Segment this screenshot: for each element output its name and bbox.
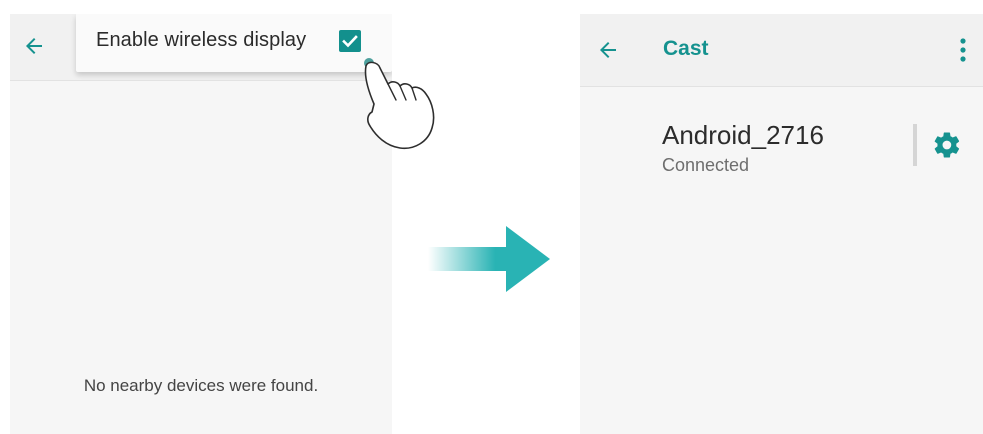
device-name: Android_2716 bbox=[662, 120, 824, 150]
tap-hand-icon bbox=[364, 58, 435, 150]
more-vert-icon[interactable] bbox=[959, 36, 967, 64]
enable-wireless-display-checkbox[interactable] bbox=[339, 30, 361, 52]
overflow-popup-menu: Enable wireless display bbox=[76, 14, 392, 72]
arrow-left-icon[interactable] bbox=[596, 38, 620, 62]
cast-screen: Cast Android_2716 Connected bbox=[580, 14, 983, 434]
wireless-display-screen: Enable wireless display No nearby device… bbox=[10, 14, 392, 434]
transition-arrow-icon bbox=[428, 226, 550, 292]
tutorial-stage: Enable wireless display No nearby device… bbox=[0, 0, 983, 434]
enable-wireless-display-label[interactable]: Enable wireless display bbox=[96, 29, 306, 52]
arrow-left-icon[interactable] bbox=[22, 34, 46, 58]
checkmark-icon bbox=[342, 35, 358, 48]
app-bar: Cast bbox=[580, 14, 983, 87]
divider bbox=[913, 124, 917, 166]
empty-state-message: No nearby devices were found. bbox=[83, 376, 319, 395]
cast-device-row[interactable]: Android_2716 Connected bbox=[580, 110, 983, 190]
page-title: Cast bbox=[663, 37, 709, 60]
gear-icon[interactable] bbox=[932, 130, 962, 160]
device-status: Connected bbox=[662, 155, 750, 175]
